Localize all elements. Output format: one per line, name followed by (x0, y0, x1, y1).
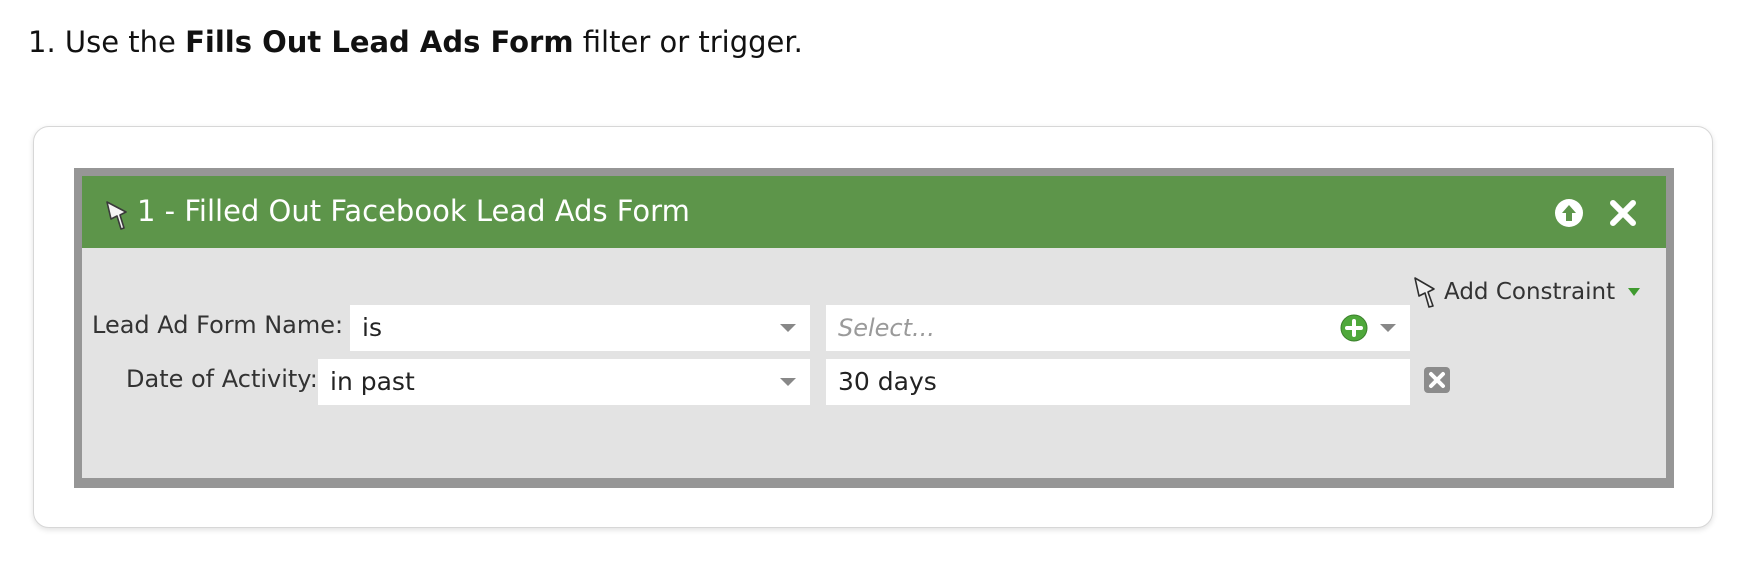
operator-value: is (362, 313, 382, 342)
remove-filter-button[interactable] (1608, 198, 1638, 228)
chevron-down-icon (780, 324, 796, 332)
pin-icon (106, 201, 127, 230)
instruction-text: 1. Use the Fills Out Lead Ads Form filte… (28, 22, 803, 62)
lead-ad-form-name-value-select[interactable]: Select... (826, 305, 1410, 351)
date-of-activity-value-input[interactable]: 30 days (826, 359, 1410, 405)
value-placeholder: Select... (838, 314, 935, 342)
date-of-activity-label: Date of Activity: (126, 365, 318, 393)
lead-ad-form-name-operator-select[interactable]: is (350, 305, 810, 351)
add-plus-icon[interactable] (1340, 314, 1368, 342)
remove-constraint-button[interactable] (1424, 367, 1450, 393)
lead-ad-form-name-label: Lead Ad Form Name: (92, 311, 344, 339)
smart-list-filter: 1 - Filled Out Facebook Lead Ads Form Ad… (74, 168, 1674, 488)
instruction-suffix: filter or trigger. (573, 25, 803, 59)
pin-icon (1414, 277, 1435, 308)
filter-body: Add Constraint Lead Ad Form Name: is Sel… (82, 248, 1666, 478)
operator-value: in past (330, 367, 415, 396)
remove-x-icon (1429, 372, 1445, 388)
add-constraint-label: Add Constraint (1444, 279, 1616, 305)
instruction-prefix: 1. Use the (28, 25, 186, 59)
arrow-up-circle-icon (1562, 205, 1576, 221)
add-constraint-button[interactable]: Add Constraint (1412, 274, 1641, 310)
chevron-down-icon (1380, 324, 1396, 332)
filter-title: 1 - Filled Out Facebook Lead Ads Form (137, 194, 690, 228)
move-up-button[interactable] (1555, 199, 1583, 227)
close-x-icon (1610, 200, 1636, 226)
date-of-activity-value: 30 days (838, 367, 937, 396)
filter-header: 1 - Filled Out Facebook Lead Ads Form (82, 176, 1666, 248)
date-of-activity-operator-select[interactable]: in past (318, 359, 810, 405)
instruction-bold: Fills Out Lead Ads Form (185, 25, 574, 59)
chevron-down-icon (780, 378, 796, 386)
caret-down-icon (1628, 288, 1641, 296)
